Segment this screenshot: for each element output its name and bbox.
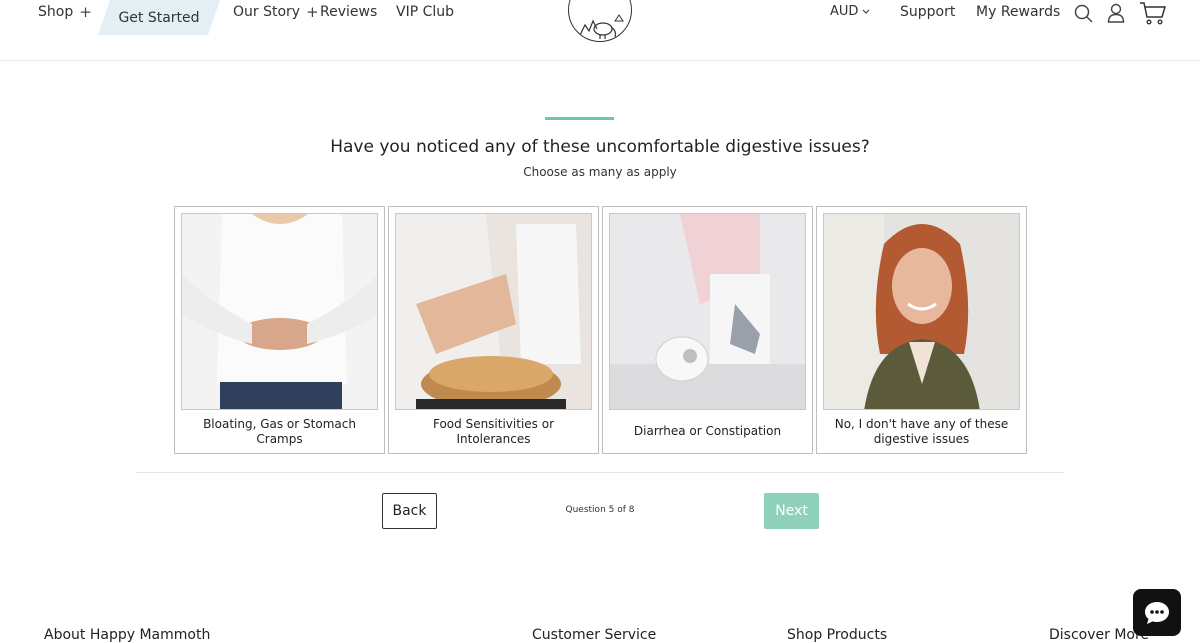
toilet-paper-photo <box>610 214 805 409</box>
option-none[interactable]: No, I don't have any of these digestive … <box>816 206 1027 454</box>
nav-support[interactable]: Support <box>900 4 955 20</box>
option-label: No, I don't have any of these digestive … <box>834 416 1009 446</box>
nav-shop-label: Shop <box>38 4 74 20</box>
option-diarrhea-constipation[interactable]: Diarrhea or Constipation <box>602 206 813 454</box>
search-button[interactable] <box>1070 0 1096 26</box>
chat-icon <box>1145 601 1169 624</box>
site-header: Shop + Get Started Our Story + Reviews V… <box>0 0 1200 61</box>
nav-vip-club[interactable]: VIP Club <box>396 4 454 20</box>
currency-selector[interactable]: AUD <box>830 4 870 19</box>
question-subtitle: Choose as many as apply <box>523 165 677 179</box>
nav-vip-club-label: VIP Club <box>396 4 455 20</box>
option-image <box>823 213 1020 410</box>
option-image <box>609 213 806 410</box>
chat-button[interactable] <box>1133 589 1181 636</box>
back-button-label: Back <box>392 503 427 519</box>
currency-label: AUD <box>830 4 859 19</box>
nav-get-started[interactable]: Get Started <box>98 0 220 35</box>
food-sensitivities-photo <box>396 214 591 409</box>
chevron-down-icon <box>862 9 870 14</box>
next-button-label: Next <box>775 503 808 519</box>
question-progress: Question 5 of 8 <box>565 505 635 515</box>
nav-support-label: Support <box>900 4 956 20</box>
option-image <box>395 213 592 410</box>
option-label: Food Sensitivities or Intolerances <box>432 416 555 446</box>
bloating-photo <box>182 214 377 409</box>
logo[interactable] <box>568 0 632 42</box>
account-icon <box>1107 3 1125 23</box>
option-food-sensitivities[interactable]: Food Sensitivities or Intolerances <box>388 206 599 454</box>
plus-icon: + <box>79 2 92 21</box>
nav-get-started-label: Get Started <box>118 9 200 26</box>
back-button[interactable]: Back <box>382 493 437 529</box>
option-bloating[interactable]: Bloating, Gas or Stomach Cramps <box>174 206 385 454</box>
footer-heading-shop-products: Shop Products <box>787 627 888 643</box>
nav-reviews-label: Reviews <box>320 4 378 20</box>
accent-bar <box>545 117 614 120</box>
nav-our-story[interactable]: Our Story + <box>233 4 319 20</box>
nav-our-story-label: Our Story <box>233 4 301 20</box>
footer-heading-customer-service: Customer Service <box>532 627 657 643</box>
plus-icon: + <box>306 2 319 21</box>
mammoth-logo-icon <box>578 14 624 39</box>
option-label: Diarrhea or Constipation <box>633 424 782 438</box>
cart-icon <box>1139 2 1166 25</box>
next-button[interactable]: Next <box>764 493 819 529</box>
option-image <box>181 213 378 410</box>
option-label: Bloating, Gas or Stomach Cramps <box>203 416 356 446</box>
nav-my-rewards[interactable]: My Rewards <box>976 4 1060 20</box>
search-icon <box>1074 4 1093 23</box>
smiling-woman-photo <box>824 214 1019 409</box>
nav-my-rewards-label: My Rewards <box>976 4 1061 20</box>
divider <box>136 472 1064 473</box>
nav-shop[interactable]: Shop + <box>38 4 92 20</box>
question-title: Have you noticed any of these uncomforta… <box>330 137 870 157</box>
cart-button[interactable] <box>1138 0 1166 26</box>
nav-reviews[interactable]: Reviews <box>320 4 377 20</box>
footer-heading-about: About Happy Mammoth <box>44 627 211 643</box>
account-button[interactable] <box>1103 0 1129 26</box>
